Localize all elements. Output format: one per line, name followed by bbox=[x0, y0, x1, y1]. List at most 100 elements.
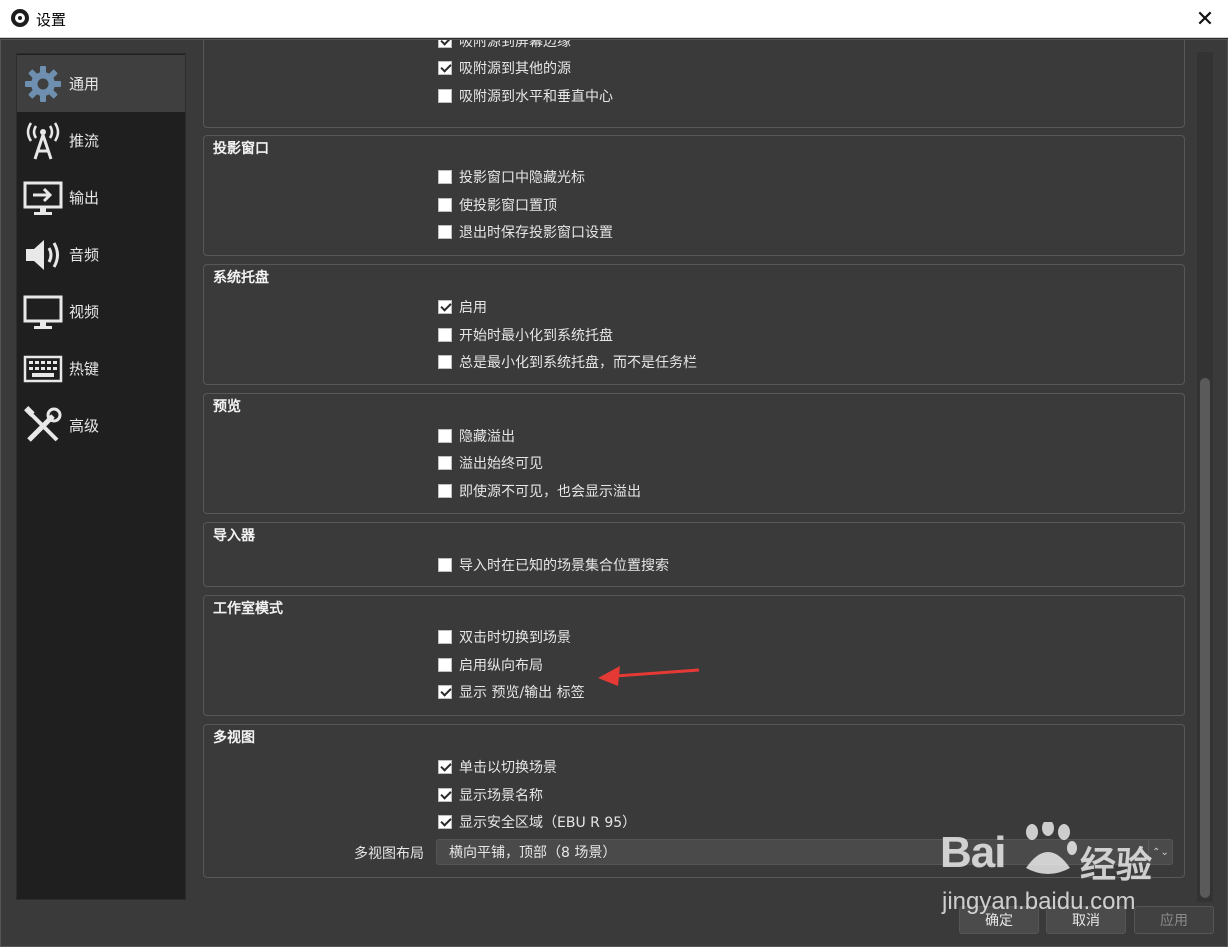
checkbox-row[interactable]: 启用纵向布局 bbox=[438, 655, 543, 675]
watermark-brand-cn: 经验 bbox=[1080, 845, 1153, 886]
checkbox[interactable] bbox=[438, 558, 452, 572]
checkbox-row[interactable]: 双击时切换到场景 bbox=[438, 627, 571, 647]
group-title: 投影窗口 bbox=[213, 141, 269, 157]
checkbox-label: 总是最小化到系统托盘，而不是任务栏 bbox=[459, 355, 697, 371]
checkbox-label: 吸附源到屏幕边缘 bbox=[459, 40, 571, 50]
sidebar-item-label: 输出 bbox=[69, 189, 100, 207]
output-monitor-icon bbox=[19, 174, 67, 222]
select-value: 横向平铺，顶部（8 场景） bbox=[449, 845, 617, 861]
speaker-icon bbox=[19, 231, 67, 279]
checkbox-label: 导入时在已知的场景集合位置搜索 bbox=[459, 558, 669, 574]
sidebar-item-label: 音频 bbox=[69, 246, 100, 264]
checkbox-row[interactable]: 吸附源到屏幕边缘 bbox=[438, 40, 571, 51]
scrollbar-thumb[interactable] bbox=[1200, 378, 1210, 898]
group-title: 工作室模式 bbox=[213, 601, 283, 617]
checkbox-label: 双击时切换到场景 bbox=[459, 630, 571, 646]
checkbox-row[interactable]: 开始时最小化到系统托盘 bbox=[438, 325, 613, 345]
monitor-icon bbox=[19, 288, 67, 336]
checkbox-label: 启用纵向布局 bbox=[459, 658, 543, 674]
group-title: 预览 bbox=[213, 399, 241, 415]
checkbox-label: 开始时最小化到系统托盘 bbox=[459, 328, 613, 344]
vertical-scrollbar[interactable] bbox=[1197, 52, 1213, 902]
checkbox[interactable] bbox=[438, 300, 452, 314]
checkbox-label: 即使源不可见，也会显示溢出 bbox=[459, 484, 641, 500]
checkbox-row[interactable]: 溢出始终可见 bbox=[438, 453, 543, 473]
sidebar-item-label: 通用 bbox=[69, 75, 100, 93]
checkbox-label: 吸附源到水平和垂直中心 bbox=[459, 89, 613, 105]
checkbox-row[interactable]: 即使源不可见，也会显示溢出 bbox=[438, 481, 641, 501]
sidebar-item-hotkeys[interactable]: 热键 bbox=[17, 340, 185, 397]
sidebar-item-label: 热键 bbox=[69, 360, 100, 378]
checkbox[interactable] bbox=[438, 328, 452, 342]
checkbox-row[interactable]: 显示 预览/输出 标签 bbox=[438, 682, 585, 702]
sidebar-item-general[interactable]: 通用 bbox=[17, 55, 185, 112]
multiview-layout-label: 多视图布局 bbox=[354, 846, 424, 862]
watermark-url: jingyan.baidu.com bbox=[942, 888, 1136, 915]
checkbox[interactable] bbox=[438, 429, 452, 443]
checkbox-label: 显示安全区域（EBU R 95） bbox=[459, 815, 637, 831]
checkbox-row[interactable]: 使投影窗口置顶 bbox=[438, 195, 557, 215]
settings-content: 吸附源到屏幕边缘 吸附源到其他的源 吸附源到水平和垂直中心 投影窗口 投影窗口中… bbox=[193, 40, 1193, 900]
antenna-icon bbox=[19, 117, 67, 165]
checkbox[interactable] bbox=[438, 658, 452, 672]
checkbox-row[interactable]: 显示安全区域（EBU R 95） bbox=[438, 812, 636, 832]
checkbox-row[interactable]: 退出时保存投影窗口设置 bbox=[438, 222, 613, 242]
keyboard-icon bbox=[19, 345, 67, 393]
close-button[interactable]: ✕ bbox=[1182, 0, 1228, 38]
checkbox-label: 显示场景名称 bbox=[459, 788, 543, 804]
checkbox-row[interactable]: 投影窗口中隐藏光标 bbox=[438, 167, 585, 187]
settings-window: 通用 推流 输出 音频 视频 热键 高级 吸附源到屏幕边缘 吸附源到其他的源 吸… bbox=[0, 39, 1228, 947]
gear-icon bbox=[19, 60, 67, 108]
sidebar-item-audio[interactable]: 音频 bbox=[17, 226, 185, 283]
checkbox-row[interactable]: 显示场景名称 bbox=[438, 785, 543, 805]
group-projector: 投影窗口 投影窗口中隐藏光标 使投影窗口置顶 退出时保存投影窗口设置 bbox=[203, 135, 1185, 256]
checkbox-row[interactable]: 隐藏溢出 bbox=[438, 426, 515, 446]
group-title: 导入器 bbox=[213, 528, 255, 544]
checkbox-row[interactable]: 总是最小化到系统托盘，而不是任务栏 bbox=[438, 352, 697, 372]
sidebar-item-label: 推流 bbox=[69, 132, 100, 150]
checkbox[interactable] bbox=[438, 89, 452, 103]
checkbox-row[interactable]: 吸附源到其他的源 bbox=[438, 58, 571, 78]
settings-sidebar: 通用 推流 输出 音频 视频 热键 高级 bbox=[16, 53, 186, 900]
checkbox-row[interactable]: 单击以切换场景 bbox=[438, 757, 557, 777]
checkbox-label: 使投影窗口置顶 bbox=[459, 198, 557, 214]
checkbox-label: 单击以切换场景 bbox=[459, 760, 557, 776]
checkbox[interactable] bbox=[438, 61, 452, 75]
checkbox[interactable] bbox=[438, 685, 452, 699]
checkbox-label: 吸附源到其他的源 bbox=[459, 61, 571, 77]
checkbox-row[interactable]: 启用 bbox=[438, 297, 487, 317]
checkbox[interactable] bbox=[438, 225, 452, 239]
checkbox-label: 显示 预览/输出 标签 bbox=[459, 685, 585, 701]
obs-logo-icon bbox=[11, 9, 29, 27]
sidebar-item-stream[interactable]: 推流 bbox=[17, 112, 185, 169]
checkbox[interactable] bbox=[438, 40, 452, 48]
window-title: 设置 bbox=[36, 11, 67, 29]
group-title: 多视图 bbox=[213, 730, 255, 746]
checkbox[interactable] bbox=[438, 198, 452, 212]
checkbox-label: 溢出始终可见 bbox=[459, 456, 543, 472]
checkbox[interactable] bbox=[438, 815, 452, 829]
checkbox-row[interactable]: 导入时在已知的场景集合位置搜索 bbox=[438, 555, 669, 575]
checkbox-label: 投影窗口中隐藏光标 bbox=[459, 170, 585, 186]
checkbox[interactable] bbox=[438, 355, 452, 369]
annotation-arrow bbox=[598, 666, 700, 686]
checkbox[interactable] bbox=[438, 788, 452, 802]
checkbox[interactable] bbox=[438, 484, 452, 498]
checkbox-row[interactable]: 吸附源到水平和垂直中心 bbox=[438, 86, 613, 106]
group-system-tray: 系统托盘 启用 开始时最小化到系统托盘 总是最小化到系统托盘，而不是任务栏 bbox=[203, 264, 1185, 385]
paw-icon bbox=[1026, 822, 1077, 874]
checkbox[interactable] bbox=[438, 760, 452, 774]
sidebar-item-video[interactable]: 视频 bbox=[17, 283, 185, 340]
checkbox[interactable] bbox=[438, 630, 452, 644]
title-bar: 设置 ✕ bbox=[0, 0, 1228, 38]
group-importer: 导入器 导入时在已知的场景集合位置搜索 bbox=[203, 522, 1185, 587]
group-preview: 预览 隐藏溢出 溢出始终可见 即使源不可见，也会显示溢出 bbox=[203, 393, 1185, 514]
checkbox[interactable] bbox=[438, 456, 452, 470]
checkbox-label: 退出时保存投影窗口设置 bbox=[459, 225, 613, 241]
group-studio-mode: 工作室模式 双击时切换到场景 启用纵向布局 显示 预览/输出 标签 bbox=[203, 595, 1185, 716]
checkbox-label: 启用 bbox=[459, 300, 487, 316]
sidebar-item-output[interactable]: 输出 bbox=[17, 169, 185, 226]
sidebar-item-advanced[interactable]: 高级 bbox=[17, 397, 185, 454]
watermark-brand: Bai bbox=[940, 828, 1006, 877]
checkbox[interactable] bbox=[438, 170, 452, 184]
